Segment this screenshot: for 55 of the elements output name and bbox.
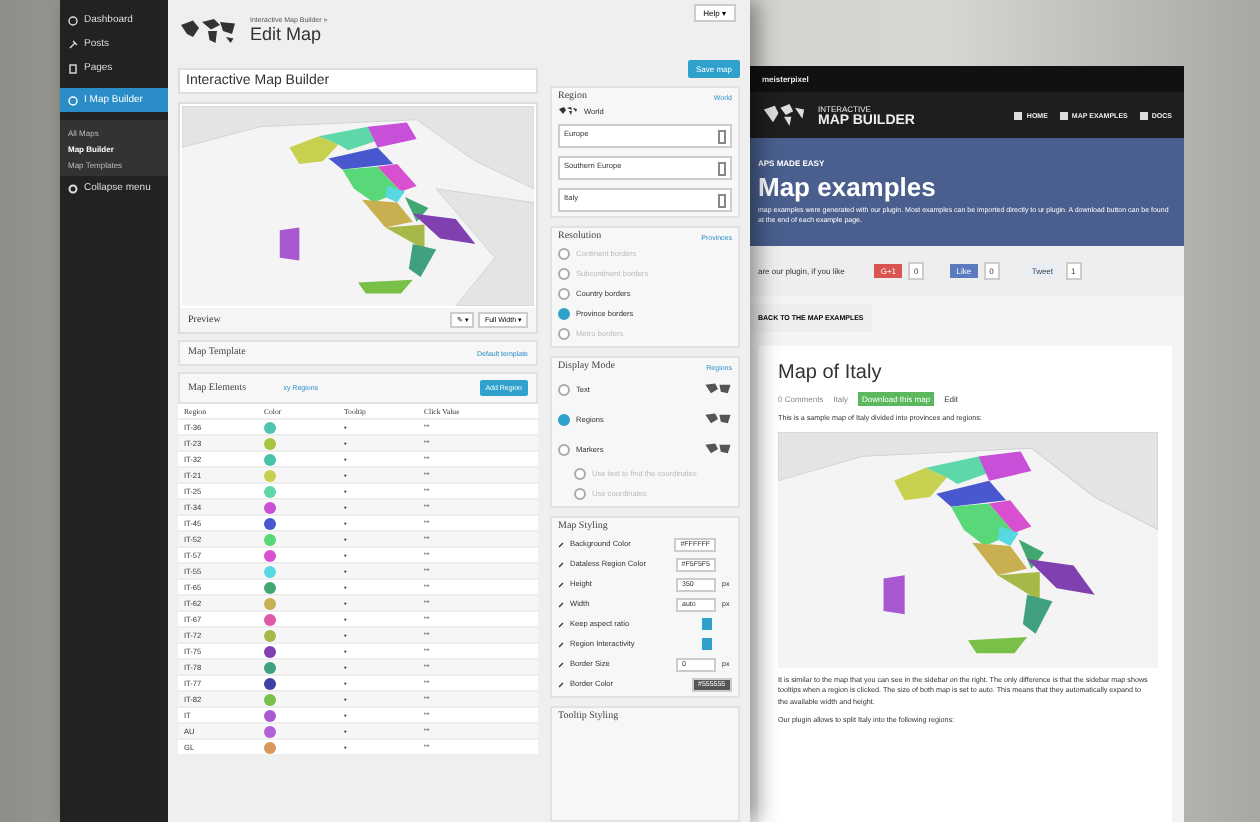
radio-button[interactable]: [574, 468, 586, 480]
color-dot[interactable]: [264, 661, 276, 673]
world-map-icon: [762, 102, 806, 128]
color-dot[interactable]: [264, 565, 276, 577]
color-dot[interactable]: [264, 501, 276, 513]
color-dot[interactable]: [264, 725, 276, 737]
style-setting-icon: [558, 661, 564, 667]
color-dot[interactable]: [264, 597, 276, 609]
color-dot[interactable]: [264, 533, 276, 545]
color-dot[interactable]: [264, 613, 276, 625]
select-arrows-icon: [718, 129, 726, 143]
gauge-icon: [68, 15, 78, 25]
style-setting-icon: [558, 561, 564, 567]
color-dot[interactable]: [264, 629, 276, 641]
radio-button[interactable]: [558, 288, 570, 300]
color-dot[interactable]: [264, 437, 276, 449]
select-arrows-icon: [718, 161, 726, 175]
color-dot[interactable]: [264, 677, 276, 689]
color-dot[interactable]: [264, 581, 276, 593]
color-dot[interactable]: [264, 453, 276, 465]
map-thumbnail-icon: [704, 412, 732, 426]
checkbox[interactable]: [701, 638, 712, 650]
color-dot[interactable]: [264, 645, 276, 657]
radio-button[interactable]: [558, 308, 570, 320]
radio-button[interactable]: [574, 488, 586, 500]
color-dot[interactable]: [264, 693, 276, 705]
color-dot[interactable]: [264, 485, 276, 497]
color-dot[interactable]: [264, 549, 276, 561]
map-thumbnail-icon: [704, 442, 732, 456]
globe-icon: [68, 95, 78, 105]
post-title: Map of Italy: [778, 361, 884, 383]
pin-icon: [68, 39, 78, 49]
pages-icon: [68, 63, 78, 73]
style-setting-icon: [558, 601, 564, 607]
gear-icon: [68, 183, 78, 193]
radio-button[interactable]: [558, 383, 570, 395]
style-setting-icon: [558, 581, 564, 587]
world-map-icon: [558, 106, 578, 116]
radio-button[interactable]: [558, 413, 570, 425]
checkbox[interactable]: [701, 618, 712, 630]
style-setting-icon: [558, 541, 564, 547]
world-map-icon: [178, 15, 238, 45]
color-dot[interactable]: [264, 421, 276, 433]
map-thumbnail-icon: [704, 382, 732, 396]
page-title: Edit Map: [250, 24, 324, 44]
color-dot[interactable]: [264, 741, 276, 753]
hero-title: Map examples: [758, 172, 938, 202]
color-dot[interactable]: [264, 469, 276, 481]
style-setting-icon: [558, 621, 564, 627]
select-arrows-icon: [718, 193, 726, 207]
radio-button[interactable]: [558, 443, 570, 455]
color-dot[interactable]: [264, 517, 276, 529]
color-dot[interactable]: [264, 709, 276, 721]
style-setting-icon: [558, 641, 564, 647]
style-setting-icon: [558, 681, 564, 687]
